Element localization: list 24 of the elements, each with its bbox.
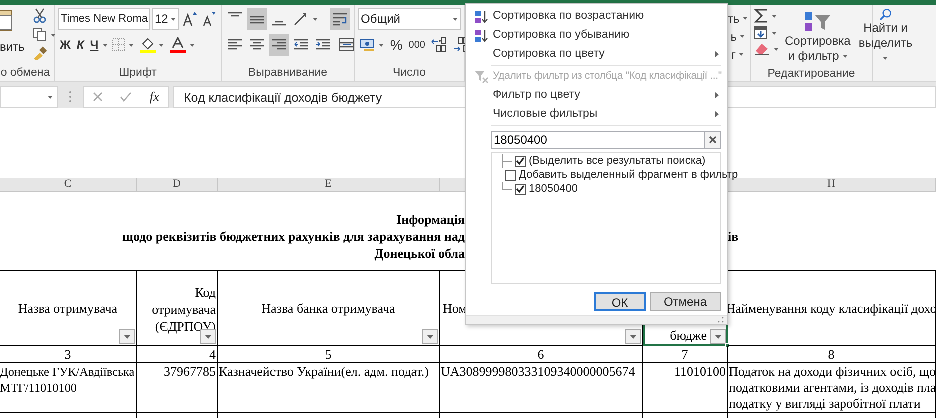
group-label: Шрифт bbox=[118, 66, 158, 81]
title-text: щодо реквізитів бюджетних рахунків для зарахування над bbox=[122, 229, 465, 244]
table-cell: 3 bbox=[0, 346, 137, 363]
title-text: Донецької обла bbox=[374, 246, 465, 261]
table-cell: 6 bbox=[440, 346, 643, 363]
table-cell: Податок на доходи фізичних осіб, що податковими агентами, із доходів пла податку у вигляді заробітної плати bbox=[728, 363, 936, 413]
table-cell: 11010100 bbox=[643, 363, 728, 413]
group-label: Число bbox=[392, 66, 428, 81]
table-cell: UA308999980333109340000005674 bbox=[440, 363, 643, 413]
title-text: Інформація bbox=[396, 212, 465, 227]
column-header: E bbox=[218, 178, 440, 191]
table-cell: Донецьке ГУК/Авдіївська МТГ/11010100 bbox=[0, 363, 137, 413]
table-cell: 37967785 bbox=[137, 363, 218, 413]
group-label: о обмена bbox=[0, 66, 51, 81]
group-label: Выравнивание bbox=[247, 66, 329, 81]
table-cell: 4 bbox=[137, 346, 218, 363]
table-cell: 7 bbox=[643, 346, 728, 363]
column-header: D bbox=[137, 178, 218, 191]
group-label: Редактирование bbox=[766, 67, 856, 82]
table-cell: 5 bbox=[218, 346, 440, 363]
title-text: ів bbox=[728, 229, 739, 244]
table-cell: Казначейство України(ел. адм. подат.) bbox=[218, 363, 440, 413]
table-cell: 8 bbox=[728, 346, 936, 363]
column-header: C bbox=[0, 178, 137, 191]
